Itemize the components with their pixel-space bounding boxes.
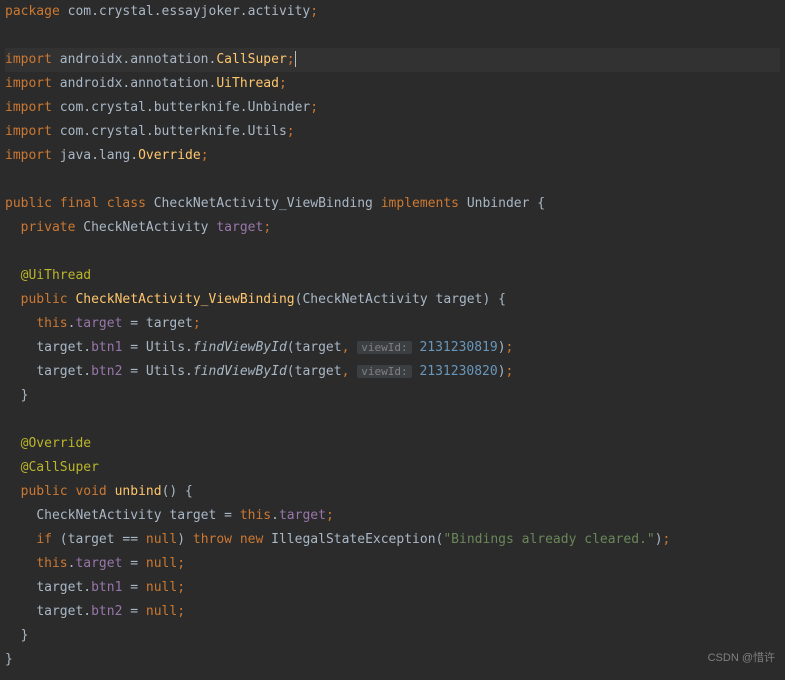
code-line: import com.crystal.butterknife.Utils; (5, 120, 780, 144)
code-line (5, 240, 780, 264)
code-line: } (5, 624, 780, 648)
code-line-highlighted: import androidx.annotation.CallSuper; (5, 48, 780, 72)
code-line (5, 24, 780, 48)
code-line: target.btn1 = null; (5, 576, 780, 600)
code-line: public CheckNetActivity_ViewBinding(Chec… (5, 288, 780, 312)
code-line: @Override (5, 432, 780, 456)
code-line: public void unbind() { (5, 480, 780, 504)
code-line: package com.crystal.essayjoker.activity; (5, 0, 780, 24)
code-editor[interactable]: package com.crystal.essayjoker.activity;… (5, 0, 780, 672)
code-line: CheckNetActivity target = this.target; (5, 504, 780, 528)
code-line: target.btn2 = null; (5, 600, 780, 624)
code-line: @UiThread (5, 264, 780, 288)
code-line: target.btn1 = Utils.findViewById(target,… (5, 336, 780, 360)
code-line: import androidx.annotation.UiThread; (5, 72, 780, 96)
code-line: @CallSuper (5, 456, 780, 480)
code-line: if (target == null) throw new IllegalSta… (5, 528, 780, 552)
code-line: this.target = target; (5, 312, 780, 336)
code-line (5, 408, 780, 432)
code-line: this.target = null; (5, 552, 780, 576)
code-line (5, 168, 780, 192)
code-line: import java.lang.Override; (5, 144, 780, 168)
watermark: CSDN @惜许 (708, 646, 775, 670)
code-line: } (5, 384, 780, 408)
code-line: } (5, 648, 780, 672)
code-line: import com.crystal.butterknife.Unbinder; (5, 96, 780, 120)
code-line: target.btn2 = Utils.findViewById(target,… (5, 360, 780, 384)
code-line: public final class CheckNetActivity_View… (5, 192, 780, 216)
param-hint: viewId: (357, 341, 411, 354)
caret-icon (295, 51, 296, 67)
param-hint: viewId: (357, 365, 411, 378)
code-line: private CheckNetActivity target; (5, 216, 780, 240)
